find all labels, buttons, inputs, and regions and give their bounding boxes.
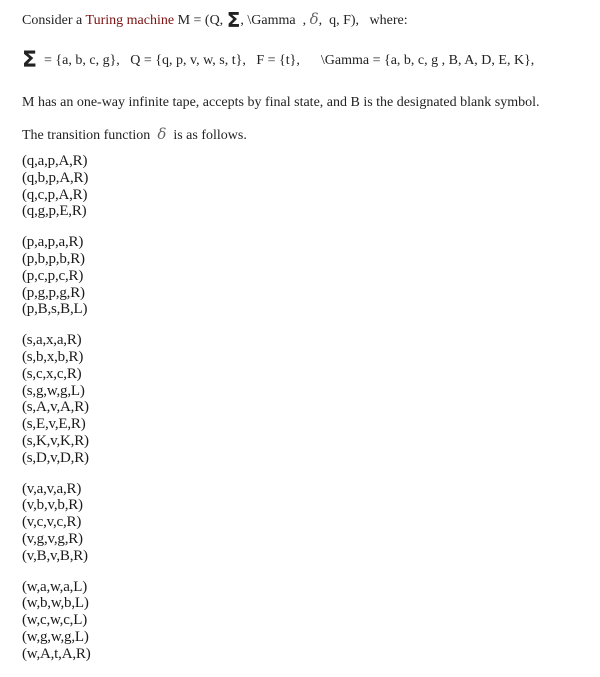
intro-tail: , q, F), where: xyxy=(318,13,408,28)
transition-rule: (s,b,x,b,R) xyxy=(22,348,84,365)
transition-rule: (p,b,p,b,R) xyxy=(22,250,85,267)
transition-group: (p,a,p,a,R) (p,b,p,b,R) (p,c,p,c,R) (p,g,p,… xyxy=(22,234,91,318)
transition-intro-before: The transition function xyxy=(22,128,158,143)
description-text: M has an one-way infinite tape, accepts … xyxy=(22,95,540,110)
transition-rule: (w,A,t,A,R) xyxy=(22,645,91,662)
transition-rule: (q,c,p,A,R) xyxy=(22,186,88,203)
transition-rule: (s,A,v,A,R) xyxy=(22,399,89,416)
transition-intro-after: is as follows. xyxy=(166,128,247,143)
transition-rule: (p,c,p,c,R) xyxy=(22,267,84,284)
intro-prefix: Consider a xyxy=(22,13,86,28)
transition-rule: (v,b,v,b,R) xyxy=(22,497,83,514)
transition-list: (q,a,p,A,R) (q,b,p,A,R) (q,c,p,A,R) (q,g,p,… xyxy=(22,153,91,677)
transition-rule: (s,K,v,K,R) xyxy=(22,432,89,449)
turing-machine-term: Turing machine xyxy=(85,13,175,28)
transition-rule: (w,c,w,c,L) xyxy=(22,612,87,629)
set-definitions: = {a, b, c, g}, Q = {q, p, v, w, s, t}, … xyxy=(37,53,535,68)
transition-group: (q,a,p,A,R) (q,b,p,A,R) (q,c,p,A,R) (q,g,p,… xyxy=(22,153,91,220)
delta-symbol: δ xyxy=(309,10,319,28)
intro-tuple-open: M = (Q, xyxy=(174,13,227,28)
transition-rule: (v,g,v,g,R) xyxy=(22,530,83,547)
transition-rule: (q,b,p,A,R) xyxy=(22,169,89,186)
delta-symbol: δ xyxy=(157,125,167,143)
transition-rule: (v,B,v,B,R) xyxy=(22,547,88,564)
transition-rule: (w,b,w,b,L) xyxy=(22,595,89,612)
transition-rule: (v,a,v,a,R) xyxy=(22,480,82,497)
transition-rule: (p,B,s,B,L) xyxy=(22,301,88,318)
sigma-symbol: Σ xyxy=(226,8,241,32)
transition-rule: (s,a,x,a,R) xyxy=(22,332,82,349)
intro-line: Consider a Turing machine M = (Q, Σ, \Ga… xyxy=(22,10,408,30)
transition-rule: (p,a,p,a,R) xyxy=(22,234,84,251)
transition-rule: (q,g,p,E,R) xyxy=(22,203,87,220)
transition-rule: (s,c,x,c,R) xyxy=(22,365,82,382)
transition-rule: (s,g,w,g,L) xyxy=(22,382,85,399)
transition-group: (v,a,v,a,R) (v,b,v,b,R) (v,c,v,c,R) (v,g,v,… xyxy=(22,481,91,565)
transition-group: (w,a,w,a,L) (w,b,w,b,L) (w,c,w,c,L) (w,g,w,… xyxy=(22,579,91,663)
intro-after-sigma: , \Gamma , xyxy=(240,13,310,28)
transition-rule: (v,c,v,c,R) xyxy=(22,514,82,531)
transition-rule: (q,a,p,A,R) xyxy=(22,153,88,169)
transition-rule: (w,a,w,a,L) xyxy=(22,578,87,595)
transition-rule: (s,D,v,D,R) xyxy=(22,449,89,466)
transition-rule: (w,g,w,g,L) xyxy=(22,628,89,645)
transition-group: (s,a,x,a,R) (s,b,x,b,R) (s,c,x,c,R) (s,g,w,… xyxy=(22,332,91,466)
definitions-line: Σ = {a, b, c, g}, Q = {q, p, v, w, s, t}… xyxy=(22,50,535,72)
transition-intro: The transition function δ is as follows. xyxy=(22,125,247,145)
sigma-symbol-large: Σ xyxy=(22,48,38,73)
transition-rule: (p,g,p,g,R) xyxy=(22,284,85,301)
transition-rule: (s,E,v,E,R) xyxy=(22,416,86,433)
